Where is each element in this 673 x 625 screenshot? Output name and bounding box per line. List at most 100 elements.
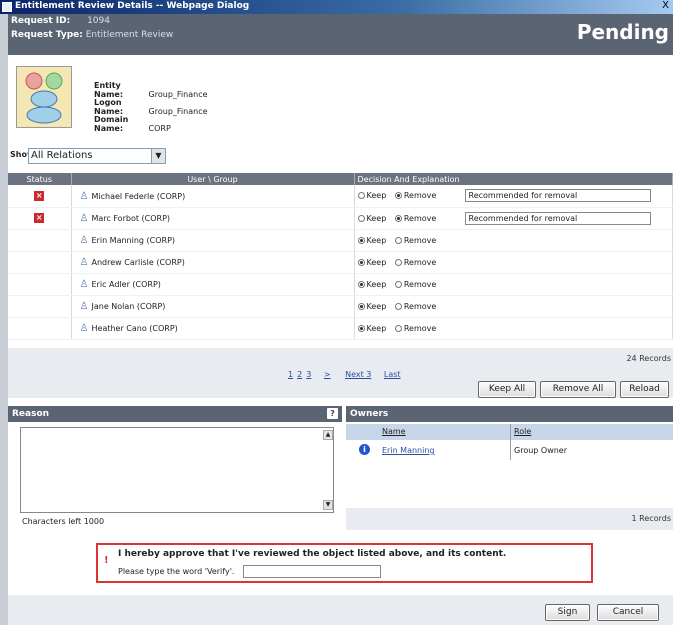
domain-name-label: Domain Name: [94,115,129,133]
remove-all-button[interactable]: Remove All [540,381,616,398]
show-select[interactable]: All Relations ▼ [28,148,166,164]
sign-button[interactable]: Sign [545,604,590,621]
radio-selected-icon [357,258,365,266]
user-icon: ♙ [79,235,89,246]
logon-name-label: Logon Name: [94,98,124,116]
keep-all-button[interactable]: Keep All [478,381,536,398]
keep-radio[interactable]: Keep [357,235,387,245]
status-cell [8,229,72,252]
table-row: ♙ Heather Cano (CORP) Keep Remove [8,317,673,340]
owners-col-name[interactable]: Name [382,427,406,436]
radio-selected-icon [357,280,365,288]
col-status-header[interactable]: Status [8,173,72,185]
page-2-link[interactable]: 2 [297,370,302,379]
help-icon[interactable]: ? [327,408,338,419]
remove-radio[interactable]: Remove [394,323,437,333]
approval-statement: I hereby approve that I've reviewed the … [118,549,507,559]
radio-icon [394,324,402,332]
page-1-link[interactable]: 1 [288,370,293,379]
chevron-down-icon[interactable]: ▼ [151,149,165,163]
owners-title: Owners [350,409,389,419]
remove-label: Remove [403,323,437,333]
page-3-link[interactable]: 3 [306,370,311,379]
status-cell [8,251,72,274]
request-type-row: Request Type: Entitlement Review [11,30,173,40]
request-id-row: Request ID: 1094 [11,16,110,26]
remove-label: Remove [403,213,437,223]
radio-selected-icon [357,324,365,332]
remove-label: Remove [403,257,437,267]
reason-panel-header: Reason ? [8,406,342,422]
keep-label: Keep [366,301,387,311]
col-user-header[interactable]: User \ Group [71,173,355,185]
owners-records-count: 1 Records [631,514,671,523]
user-name: Michael Federle (CORP) [91,191,186,201]
left-border [0,14,8,625]
keep-radio[interactable]: Keep [357,301,387,311]
user-cell: ♙ Michael Federle (CORP) [71,185,355,208]
table-row: × ♙ Marc Forbot (CORP) Keep Remove Recomm… [8,207,673,230]
keep-radio[interactable]: Keep [357,324,386,333]
reason-title: Reason [12,409,50,419]
remove-radio[interactable]: Remove [394,235,437,245]
owners-footer: 1 Records [346,508,673,530]
owners-col-role[interactable]: Role [514,427,531,436]
user-name: Andrew Carlisle (CORP) [91,258,185,267]
request-type-label: Request Type: [11,30,83,40]
status-cell [8,273,72,296]
remove-radio[interactable]: Remove [394,302,436,311]
user-name: Heather Cano (CORP) [91,324,178,333]
explanation-input[interactable]: Recommended for removal [464,211,651,225]
keep-radio[interactable]: Keep [357,213,387,223]
entity-name-row: Entity Name: Group_Finance [94,81,208,99]
remove-label: Remove [403,235,437,245]
reason-textarea[interactable]: ▲ ▼ [20,427,334,513]
keep-radio[interactable]: Keep [357,280,386,289]
user-cell: ♙ Marc Forbot (CORP) [71,207,355,230]
window-icon [2,2,12,12]
last-page-link[interactable]: Last [384,370,401,379]
keep-label: Keep [366,235,387,245]
radio-icon [394,236,402,244]
page-forward-link[interactable]: > [324,370,331,379]
decision-cell: Keep Remove Recommended for removal [354,185,673,208]
owners-panel-header: Owners [346,406,673,422]
scroll-down-icon[interactable]: ▼ [323,500,333,510]
keep-radio[interactable]: Keep [357,191,387,201]
remove-status-icon: × [34,213,45,223]
remove-radio[interactable]: Remove [394,191,437,201]
owner-name-link[interactable]: Erin Manning [382,446,435,455]
keep-label: Keep [366,191,387,201]
remove-label: Remove [403,191,437,201]
reload-button[interactable]: Reload [620,381,669,398]
user-cell: ♙ Andrew Carlisle (CORP) [71,251,355,274]
user-name: Jane Nolan (CORP) [91,302,166,311]
scroll-up-icon[interactable]: ▲ [323,430,333,440]
table-row: ♙ Jane Nolan (CORP) Keep Remove [8,295,673,318]
keep-radio[interactable]: Keep [357,258,386,267]
cancel-button[interactable]: Cancel [597,604,659,621]
relations-table: Status User \ Group Decision And Explana… [8,173,673,340]
remove-radio[interactable]: Remove [394,257,437,267]
domain-name-row: Domain Name: CORP [94,115,171,133]
verify-input[interactable] [243,565,381,578]
owners-divider [510,424,511,460]
col-decision-header[interactable]: Decision And Explanation [354,173,673,185]
table-header-row: Status User \ Group Decision And Explana… [8,173,673,185]
window-titlebar: Entitlement Review Details -- Webpage Di… [0,0,673,14]
table-row: ♙ Andrew Carlisle (CORP) Keep Remove [8,251,673,274]
user-cell: ♙ Eric Adler (CORP) [71,273,355,296]
status-cell: × [8,185,72,208]
keep-label: Keep [366,213,387,223]
next-pages-link[interactable]: Next 3 [345,370,371,379]
radio-selected-icon [357,236,365,244]
request-id-label: Request ID: [11,16,71,26]
status-badge: Pending [576,20,669,44]
table-row: × ♙ Michael Federle (CORP) Keep Remove Re… [8,185,673,208]
decision-cell: Keep Remove [354,251,673,274]
close-icon[interactable]: X [662,0,669,11]
entity-name-label: Entity Name: [94,81,124,99]
remove-radio[interactable]: Remove [394,280,436,289]
explanation-input[interactable]: Recommended for removal [464,189,651,202]
remove-radio[interactable]: Remove [394,213,437,223]
